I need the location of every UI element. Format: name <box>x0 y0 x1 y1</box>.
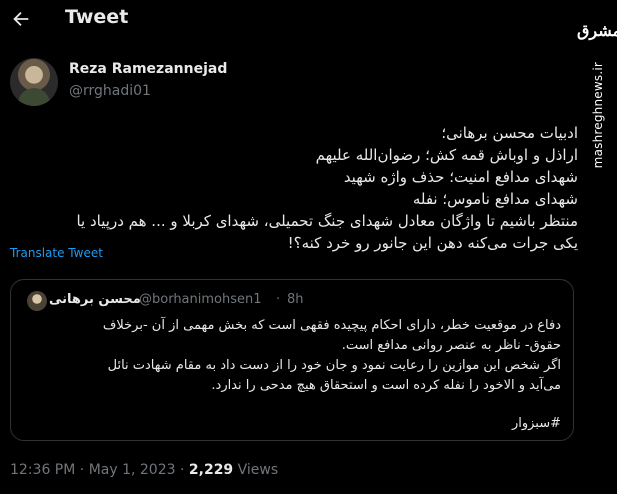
brand-logo: مشرق <box>577 21 617 40</box>
quoted-time: 8h <box>287 292 304 307</box>
quoted-tweet[interactable]: محسن برهانی @borhanimohsen1 · 8h دفاع در… <box>10 279 574 441</box>
author-handle[interactable]: @rrghadi01 <box>69 83 151 99</box>
quoted-avatar <box>27 291 47 311</box>
tweet-time[interactable]: 12:36 PM <box>10 462 75 478</box>
meta-separator: · <box>179 462 185 478</box>
tweet-text: ادبیات محسن برهانی؛ اراذل و اوباش قمه کش… <box>76 124 578 252</box>
views-count: 2,229 <box>188 462 234 478</box>
brand-site: mashreghnews.ir <box>591 62 605 169</box>
quoted-tweet-text: دفاع در موقعیت خطر، دارای احکام پیچیده ف… <box>102 318 561 393</box>
quoted-separator: · <box>276 292 281 307</box>
author-name[interactable]: Reza Ramezannejad <box>69 61 227 77</box>
quoted-author-name: محسن برهانی <box>49 292 141 307</box>
quoted-author-handle: @borhanimohsen1 <box>139 292 262 307</box>
page-title: Tweet <box>65 6 129 28</box>
avatar[interactable] <box>10 58 58 106</box>
meta-separator: · <box>79 462 85 478</box>
quoted-hashtag[interactable]: #سبزوار <box>23 416 561 431</box>
tweet-meta: 12:36 PM · May 1, 2023 · 2,229 Views <box>10 462 278 478</box>
top-bar: Tweet <box>0 0 580 42</box>
back-arrow-icon[interactable] <box>10 8 32 30</box>
watermark: مشرق mashreghnews.ir <box>573 0 617 494</box>
views-label: Views <box>237 462 279 478</box>
tweet-date[interactable]: May 1, 2023 <box>89 462 176 478</box>
tweet-author[interactable]: Reza Ramezannejad @rrghadi01 <box>10 58 570 108</box>
translate-tweet-link[interactable]: Translate Tweet <box>10 246 103 260</box>
quoted-tweet-header: محسن برهانی @borhanimohsen1 · 8h <box>11 290 573 311</box>
